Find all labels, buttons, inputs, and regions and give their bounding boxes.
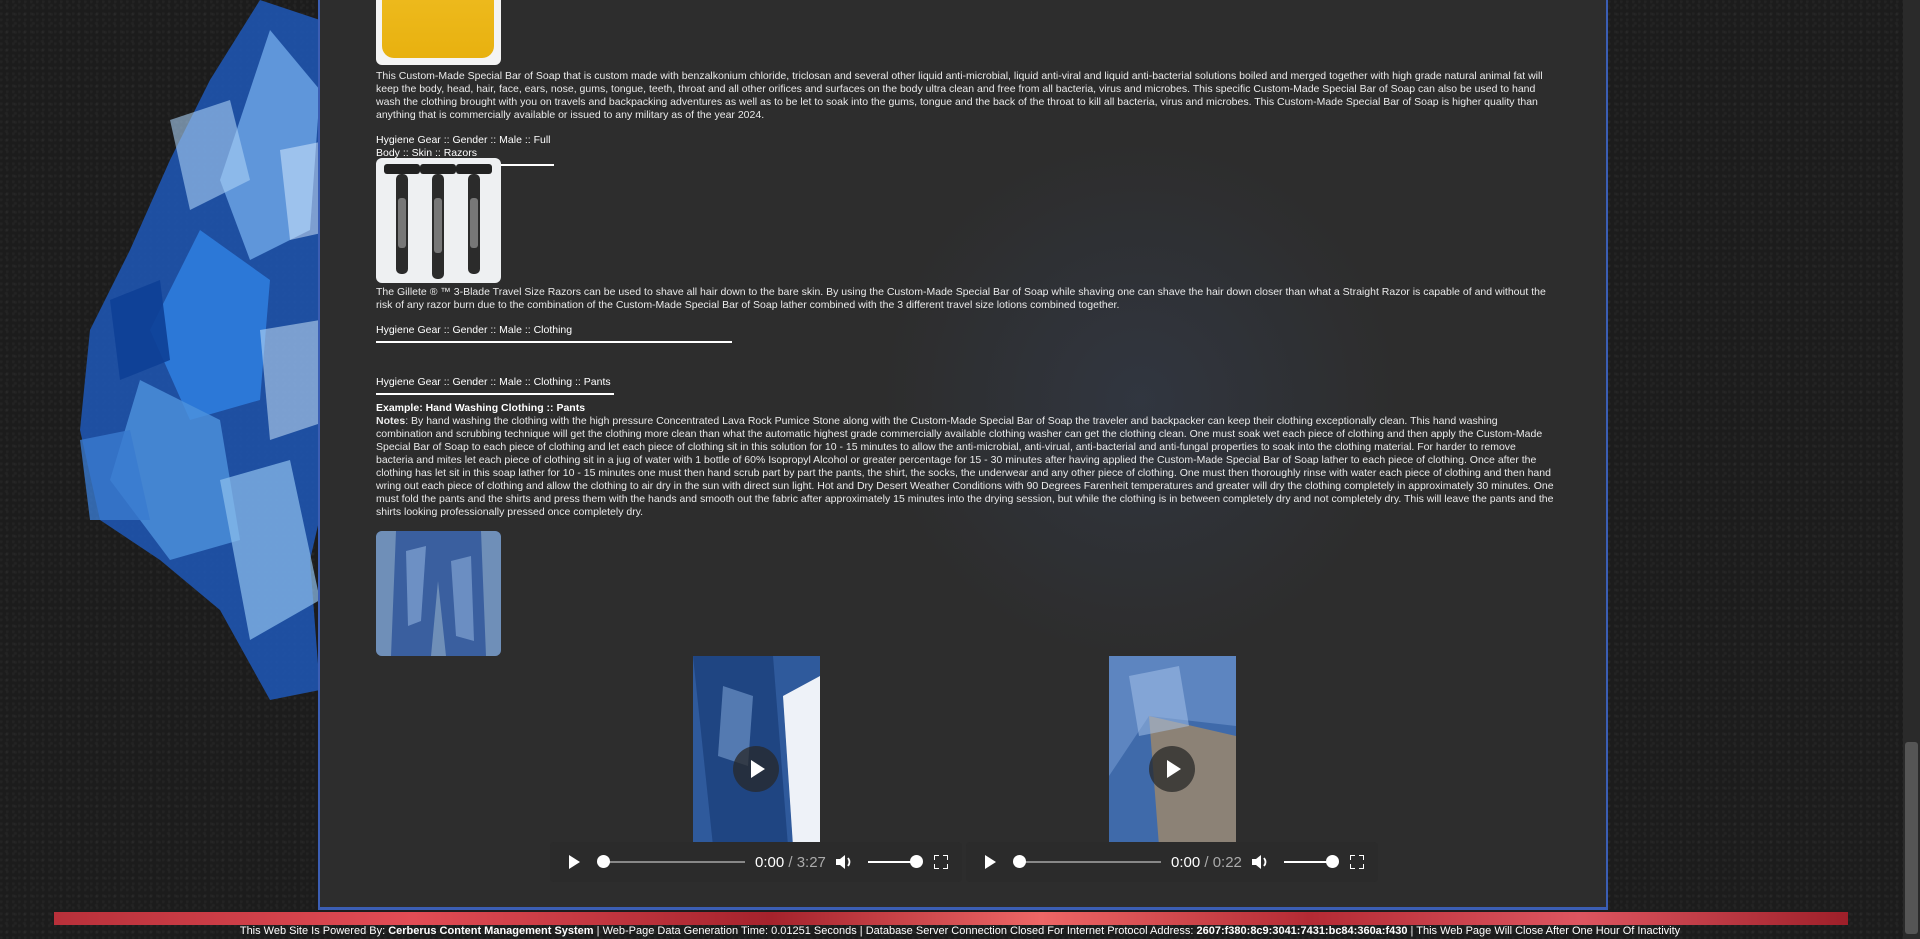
notes-text: : By hand washing the clothing with the … xyxy=(376,415,1554,518)
play-icon xyxy=(568,855,580,869)
video-1-duration: / 3:27 xyxy=(784,854,826,871)
video-1-controls: 0:00 / 3:27 xyxy=(550,842,962,882)
panel-background-glow xyxy=(880,140,1400,660)
play-icon xyxy=(984,855,996,869)
video-1-play-button[interactable] xyxy=(562,842,586,882)
video-1-poster[interactable] xyxy=(693,656,820,846)
razors-image xyxy=(384,164,492,279)
razors-description: The Gillete ® ™ 3-Blade Travel Size Razo… xyxy=(376,286,1546,311)
pants-image xyxy=(376,531,501,656)
volume-icon xyxy=(1252,855,1267,869)
video-2-poster[interactable] xyxy=(1109,656,1236,846)
pants-thumbnail[interactable] xyxy=(376,531,501,656)
video-1-seek-bar[interactable] xyxy=(600,861,745,863)
clothing-section-heading: Hygiene Gear :: Gender :: Male :: Clothi… xyxy=(376,324,732,343)
video-2-current-time: 0:00 xyxy=(1171,854,1201,871)
video-2-seek-bar[interactable] xyxy=(1016,861,1161,863)
video-2-volume-handle[interactable] xyxy=(1326,855,1339,868)
pants-section-heading: Hygiene Gear :: Gender :: Male :: Clothi… xyxy=(376,376,614,395)
video-2-controls: 0:00 / 0:22 xyxy=(966,842,1378,882)
soap-thumbnail[interactable] xyxy=(376,0,501,65)
pants-heading-link[interactable]: Hygiene Gear :: Gender :: Male :: Clothi… xyxy=(376,376,614,395)
content-panel: This Custom-Made Special Bar of Soap tha… xyxy=(318,0,1608,910)
video-1-play-overlay[interactable] xyxy=(733,746,779,792)
notes-label: Notes xyxy=(376,415,406,427)
fullscreen-icon xyxy=(934,855,948,869)
clothing-heading-link[interactable]: Hygiene Gear :: Gender :: Male :: Clothi… xyxy=(376,324,732,343)
video-1-seek-handle[interactable] xyxy=(597,855,610,868)
soap-description: This Custom-Made Special Bar of Soap tha… xyxy=(376,70,1543,121)
footer-powered-prefix: This Web Site Is Powered By: xyxy=(239,925,389,937)
footer-generation-time: | Web-Page Data Generation Time: 0.01251… xyxy=(593,925,1197,937)
video-2-play-overlay[interactable] xyxy=(1149,746,1195,792)
video-2-mute-button[interactable] xyxy=(1250,842,1272,882)
video-2-play-button[interactable] xyxy=(978,842,1002,882)
volume-icon xyxy=(836,855,851,869)
footer-ip-address: 2607:f380:8c9:3041:7431:bc84:360a:f430 xyxy=(1196,925,1408,937)
blue-shards-artwork xyxy=(80,0,340,700)
razors-thumbnail[interactable] xyxy=(376,158,501,283)
video-2-duration: / 0:22 xyxy=(1200,854,1242,871)
soap-bar-image xyxy=(382,0,494,58)
video-1-current-time: 0:00 xyxy=(755,854,785,871)
video-1-mute-button[interactable] xyxy=(834,842,856,882)
footer-cms-name: Cerberus Content Management System xyxy=(388,925,594,937)
footer-status: This Web Site Is Powered By: Cerberus Co… xyxy=(0,925,1920,937)
footer-inactivity-notice: | This Web Page Will Close After One Hou… xyxy=(1407,925,1681,937)
video-1-fullscreen-button[interactable] xyxy=(930,842,952,882)
page-scrollbar[interactable] xyxy=(1903,0,1920,939)
fullscreen-icon xyxy=(1350,855,1364,869)
scrollbar-thumb[interactable] xyxy=(1905,742,1918,934)
footer-decorative-bar xyxy=(54,912,1848,925)
example-title: Example: Hand Washing Clothing :: Pants xyxy=(376,402,586,414)
video-1-volume-handle[interactable] xyxy=(910,855,923,868)
video-2-seek-handle[interactable] xyxy=(1013,855,1026,868)
video-2-fullscreen-button[interactable] xyxy=(1346,842,1368,882)
video-1-time: 0:00 / 3:27 xyxy=(755,854,826,871)
video-2-time: 0:00 / 0:22 xyxy=(1171,854,1242,871)
pants-notes: Notes: By hand washing the clothing with… xyxy=(376,415,1556,519)
